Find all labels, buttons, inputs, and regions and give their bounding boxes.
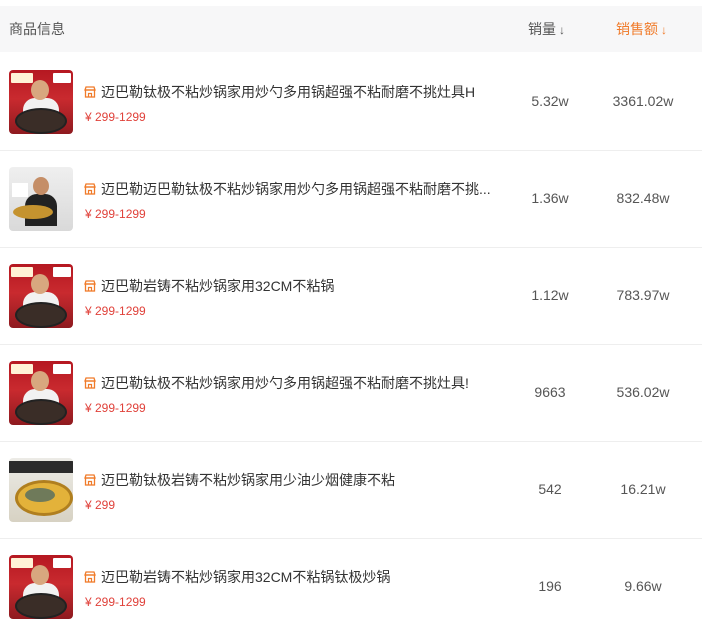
product-title[interactable]: 迈巴勒钛极不粘炒锅家用炒勺多用锅超强不粘耐磨不挑灶具! [101,373,501,393]
table-header: 商品信息 销量 ↓ 销售额 ↓ [0,6,702,52]
sales-volume-label: 销量 [528,21,556,37]
product-price: ¥ 299-1299 [85,304,146,318]
shop-icon [84,280,96,292]
table-row[interactable]: 迈巴勒钛极不粘炒锅家用炒勺多用锅超强不粘耐磨不挑灶具H ¥ 299-1299 5… [0,53,702,151]
product-thumbnail[interactable] [9,555,73,619]
product-thumbnail[interactable] [9,458,73,522]
sales-volume-value: 1.12w [531,287,569,303]
product-price: ¥ 299-1299 [85,207,146,221]
sort-arrow-icon: ↓ [559,23,565,37]
column-header-product-info: 商品信息 [9,21,65,37]
shop-icon [84,183,96,195]
sales-volume-value: 9663 [534,384,566,400]
sales-amount-value: 536.02w [616,384,670,400]
product-thumbnail[interactable] [9,361,73,425]
table-row[interactable]: 迈巴勒钛极不粘炒锅家用炒勺多用锅超强不粘耐磨不挑灶具! ¥ 299-1299 9… [0,344,702,442]
sales-amount-value: 3361.02w [612,93,674,109]
product-thumbnail[interactable] [9,264,73,328]
sales-amount-value: 16.21w [620,481,666,497]
table-row[interactable]: 迈巴勒钛极岩铸不粘炒锅家用少油少烟健康不粘 ¥ 299 542 16.21w [0,441,702,539]
product-title[interactable]: 迈巴勒岩铸不粘炒锅家用32CM不粘锅钛极炒锅 [101,567,501,587]
sales-amount-value: 9.66w [624,578,662,594]
sales-amount-label: 销售额 [616,21,658,37]
product-thumbnail[interactable] [9,167,73,231]
product-title[interactable]: 迈巴勒迈巴勒钛极不粘炒锅家用炒勺多用锅超强不粘耐磨不挑... [101,179,501,199]
shop-icon [84,377,96,389]
sales-volume-value: 5.32w [531,93,569,109]
table-row[interactable]: 迈巴勒岩铸不粘炒锅家用32CM不粘锅钛极炒锅 ¥ 299-1299 196 9.… [0,538,702,634]
sales-amount-value: 783.97w [616,287,670,303]
table-row[interactable]: 迈巴勒迈巴勒钛极不粘炒锅家用炒勺多用锅超强不粘耐磨不挑... ¥ 299-129… [0,150,702,248]
product-title[interactable]: 迈巴勒钛极不粘炒锅家用炒勺多用锅超强不粘耐磨不挑灶具H [101,82,501,102]
sales-volume-value: 542 [538,481,562,497]
table-row[interactable]: 迈巴勒岩铸不粘炒锅家用32CM不粘锅 ¥ 299-1299 1.12w 783.… [0,247,702,345]
product-price: ¥ 299-1299 [85,595,146,609]
product-thumbnail[interactable] [9,70,73,134]
product-title[interactable]: 迈巴勒钛极岩铸不粘炒锅家用少油少烟健康不粘 [101,470,501,490]
column-header-sales-volume[interactable]: 销量 ↓ [528,6,565,53]
product-ranking-table: 商品信息 销量 ↓ 销售额 ↓ 迈巴勒钛极不粘炒锅家用炒勺多用锅超强不粘耐磨不挑灶具… [0,0,702,634]
sort-arrow-icon: ↓ [661,23,667,37]
sales-volume-value: 1.36w [531,190,569,206]
sales-volume-value: 196 [538,578,562,594]
shop-icon [84,571,96,583]
product-price: ¥ 299 [85,498,116,512]
shop-icon [84,86,96,98]
shop-icon [84,474,96,486]
product-price: ¥ 299-1299 [85,401,146,415]
sales-amount-value: 832.48w [616,190,670,206]
column-header-sales-amount[interactable]: 销售额 ↓ [616,6,667,53]
product-title[interactable]: 迈巴勒岩铸不粘炒锅家用32CM不粘锅 [101,276,501,296]
product-price: ¥ 299-1299 [85,110,146,124]
